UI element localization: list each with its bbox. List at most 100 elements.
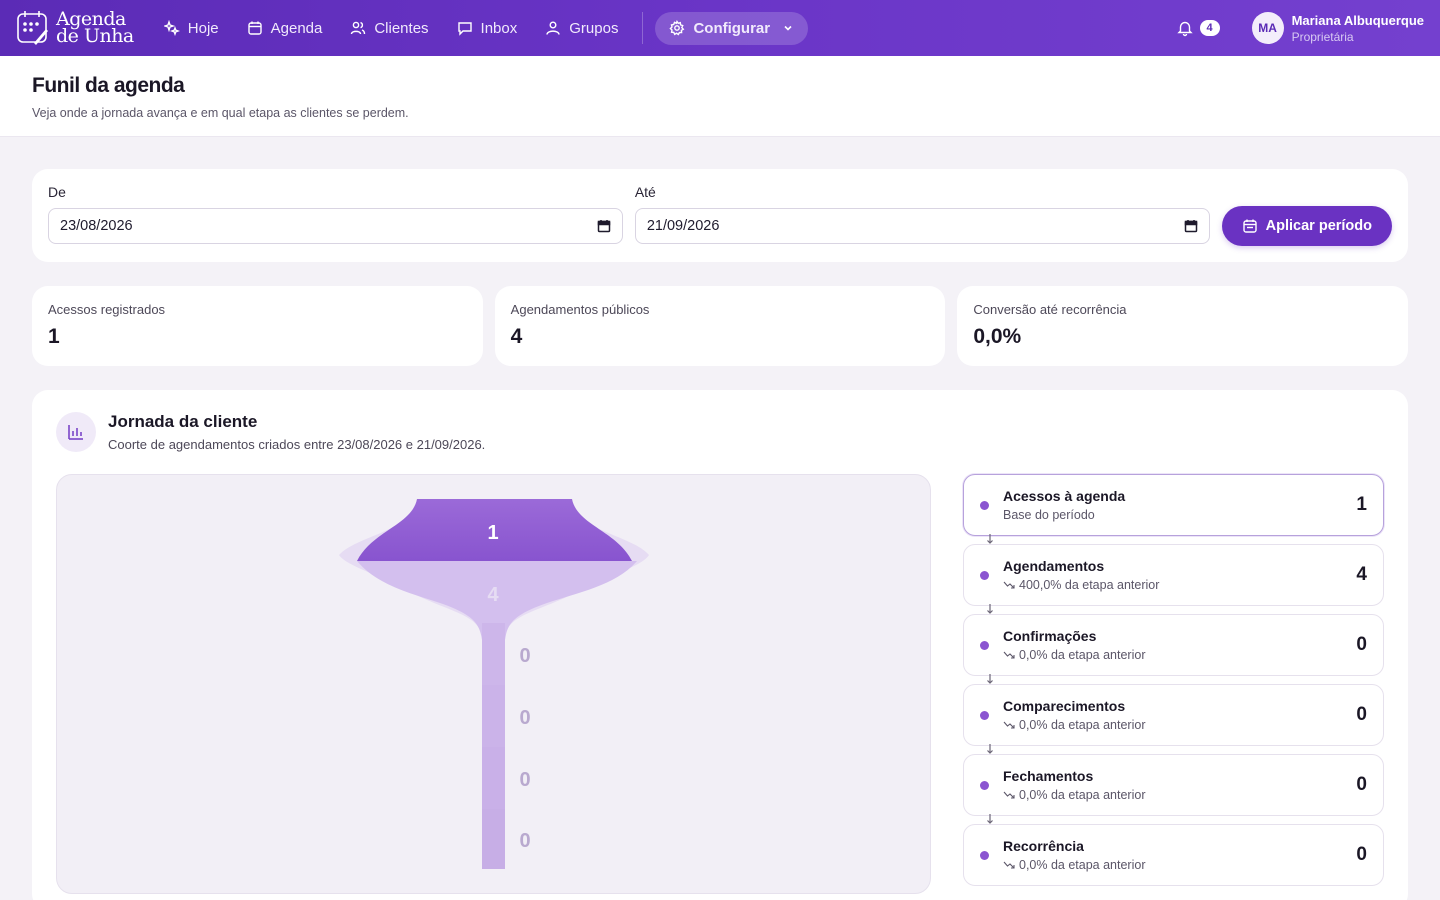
nav-item-clientes[interactable]: Clientes	[338, 12, 440, 45]
step-note: 0,0% da etapa anterior	[1003, 858, 1145, 872]
bar-chart-icon	[56, 412, 96, 452]
step-connector	[963, 814, 1384, 824]
nav-item-grupos[interactable]: Grupos	[533, 12, 630, 45]
bell-icon	[1176, 21, 1193, 37]
trend-icon	[1003, 581, 1015, 589]
trend-icon	[1003, 791, 1015, 799]
journey-body: 1 4 0 0 0 0 Acessos à agenda Base do per…	[56, 474, 1384, 894]
stat-label: Acessos registrados	[48, 302, 166, 317]
step-name: Comparecimentos	[1003, 698, 1126, 714]
funnel-stage-fechamentos	[482, 747, 505, 809]
nav-label: Inbox	[480, 19, 518, 37]
step-dot	[980, 710, 989, 720]
from-date-label: De	[48, 184, 66, 200]
stat-label: Conversão até recorrência	[973, 302, 1127, 317]
funnel-label-agendamentos: 4	[487, 584, 499, 606]
step-confirmacoes[interactable]: Confirmações 0,0% da etapa anterior 0	[963, 614, 1384, 676]
funnel-label-recorrencia: 0	[519, 830, 530, 852]
chevron-down-icon	[784, 25, 792, 31]
step-name: Recorrência	[1003, 838, 1084, 854]
step-acessos[interactable]: Acessos à agenda Base do período 1	[963, 474, 1384, 536]
nav-label: Grupos	[569, 19, 619, 37]
step-note: Base do período	[1003, 508, 1125, 522]
nav-label: Agenda	[270, 19, 323, 37]
step-note-text: 0,0% da etapa anterior	[1019, 858, 1146, 872]
page-header: Funil da agenda Veja onde a jornada avan…	[0, 56, 1440, 137]
top-navigation-bar: Agenda de Unha Hoje Agenda Clientes Inbo…	[0, 0, 1440, 56]
from-date-value: 23/08/2026	[60, 218, 133, 234]
brand-logo[interactable]: Agenda de Unha	[16, 9, 134, 47]
nav-item-configurar[interactable]: Configurar	[655, 11, 809, 45]
step-note: 400,0% da etapa anterior	[1003, 578, 1159, 592]
step-note: 0,0% da etapa anterior	[1003, 648, 1145, 662]
stat-card-acessos: Acessos registrados 1	[32, 286, 483, 366]
step-comparecimentos[interactable]: Comparecimentos 0,0% da etapa anterior 0	[963, 684, 1384, 746]
step-recorrencia[interactable]: Recorrência 0,0% da etapa anterior 0	[963, 824, 1384, 886]
step-dot	[980, 640, 989, 650]
step-dot	[980, 780, 989, 790]
brand-line-2: de Unha	[56, 25, 134, 47]
trend-icon	[1003, 861, 1015, 869]
funnel-stage-confirmacoes	[482, 623, 505, 685]
from-date-input[interactable]: 23/08/2026	[48, 208, 623, 244]
nav-label: Hoje	[187, 19, 219, 37]
gear-icon	[669, 20, 685, 36]
notification-count-badge: 4	[1199, 20, 1220, 36]
funnel-stage-comparecimentos	[482, 685, 505, 747]
step-connector	[963, 674, 1384, 684]
stat-value: 4	[510, 325, 523, 348]
step-count: 4	[1356, 564, 1367, 585]
step-note: 0,0% da etapa anterior	[1003, 788, 1145, 802]
funnel-chart: 1 4 0 0 0 0	[56, 474, 931, 894]
stat-label: Agendamentos públicos	[510, 302, 650, 317]
step-connector	[963, 534, 1384, 544]
apply-period-label: Aplicar período	[1265, 218, 1373, 234]
step-count: 0	[1356, 844, 1367, 865]
step-dot	[980, 500, 989, 510]
step-name: Agendamentos	[1003, 558, 1105, 574]
funnel-label-acessos: 1	[487, 522, 498, 544]
step-connector	[963, 744, 1384, 754]
step-note-text: 400,0% da etapa anterior	[1019, 578, 1160, 592]
step-count: 1	[1356, 494, 1367, 515]
calendar-icon	[1242, 219, 1257, 233]
top-right-area: 4 MA Mariana Albuquerque Proprietária	[1176, 12, 1424, 44]
stat-value: 1	[48, 325, 60, 348]
calendar-picker-icon[interactable]	[597, 219, 611, 233]
step-name: Confirmações	[1003, 628, 1097, 644]
funnel-svg: 1 4 0 0 0 0	[339, 499, 649, 869]
main-content: De 23/08/2026 Até 21/09/2026 Aplicar per…	[0, 137, 1440, 900]
calendar-picker-icon[interactable]	[1184, 219, 1198, 233]
user-menu[interactable]: MA Mariana Albuquerque Proprietária	[1251, 12, 1424, 44]
main-nav: Hoje Agenda Clientes Inbox Grupos Config…	[152, 11, 809, 45]
step-agendamentos[interactable]: Agendamentos 400,0% da etapa anterior 4	[963, 544, 1384, 606]
journey-title: Jornada da cliente	[108, 412, 258, 431]
sparkles-icon	[163, 20, 180, 36]
group-icon	[546, 21, 560, 35]
step-name: Fechamentos	[1003, 768, 1094, 784]
user-name: Mariana Albuquerque	[1291, 12, 1424, 28]
to-date-label: Até	[634, 184, 656, 200]
page-subtitle: Veja onde a jornada avança e em qual eta…	[32, 106, 409, 120]
stat-card-agendamentos: Agendamentos públicos 4	[494, 286, 946, 366]
step-connector	[963, 604, 1384, 614]
nav-item-inbox[interactable]: Inbox	[445, 12, 530, 45]
step-name: Acessos à agenda	[1003, 488, 1126, 504]
apply-period-button[interactable]: Aplicar período	[1221, 206, 1393, 246]
nav-item-agenda[interactable]: Agenda	[235, 12, 335, 45]
journey-header: Jornada da cliente Coorte de agendamento…	[56, 412, 1384, 452]
nav-label: Configurar	[693, 19, 771, 37]
funnel-label-comparecimentos: 0	[519, 707, 530, 729]
journey-subtitle: Coorte de agendamentos criados entre 23/…	[108, 437, 486, 452]
to-date-input[interactable]: 21/09/2026	[634, 208, 1210, 244]
user-role: Proprietária	[1291, 29, 1354, 44]
trend-icon	[1003, 721, 1015, 729]
brand-name: Agenda de Unha	[56, 10, 134, 47]
notifications-button[interactable]: 4	[1176, 19, 1220, 37]
trend-icon	[1003, 651, 1015, 659]
nav-label: Clientes	[374, 19, 429, 37]
users-icon	[351, 21, 366, 35]
nav-divider	[642, 12, 644, 44]
step-fechamentos[interactable]: Fechamentos 0,0% da etapa anterior 0	[963, 754, 1384, 816]
nav-item-hoje[interactable]: Hoje	[152, 12, 231, 45]
